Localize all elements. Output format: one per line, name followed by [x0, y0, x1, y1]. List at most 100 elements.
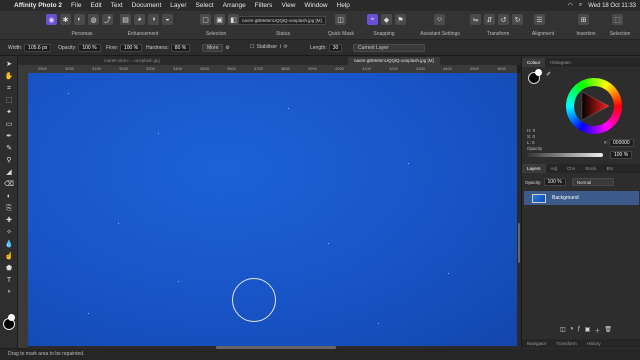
tab-adjustments[interactable]: Adj	[546, 164, 563, 173]
color-balance-icon[interactable]: ◕	[134, 14, 145, 25]
tab-brushes[interactable]: Brs	[602, 164, 619, 173]
window-mode-icon[interactable]: ⟳	[284, 44, 288, 50]
menu-select[interactable]: Select	[196, 2, 214, 9]
blur-brush-icon[interactable]: 💧	[4, 240, 14, 249]
tone-map-persona-icon[interactable]: ◍	[88, 14, 99, 25]
document-name-field[interactable]: naom-gBMe5mUQQiQ-unsplash.jpg [M]	[238, 16, 326, 25]
menu-filters[interactable]: Filters	[255, 2, 273, 9]
pen-tool-icon[interactable]: ✒	[4, 132, 14, 141]
menu-file[interactable]: File	[71, 2, 81, 9]
tab-history[interactable]: History	[582, 339, 606, 348]
menu-document[interactable]: Document	[132, 2, 162, 9]
secondary-color-swatch[interactable]	[8, 314, 15, 321]
snapping-options-icon[interactable]: ◆	[381, 14, 392, 25]
tab-stock[interactable]: Stock	[580, 164, 601, 173]
tab-histogram[interactable]: Histogram	[545, 58, 576, 67]
stabiliser-checkbox[interactable]: ☐	[250, 44, 254, 50]
color-wheel[interactable]	[566, 78, 622, 134]
export-persona-icon[interactable]: ⤴	[102, 14, 113, 25]
snapping-settings-icon[interactable]: ⚑	[395, 14, 406, 25]
wifi-icon[interactable]: ◠	[568, 2, 573, 9]
layers-opacity-field[interactable]: 100 %	[543, 178, 566, 186]
align-icon[interactable]: ☰	[534, 14, 545, 25]
white-balance-icon[interactable]: ◑	[148, 14, 159, 25]
delete-layer-icon[interactable]: 🗑	[604, 326, 612, 335]
text-tool-icon[interactable]: T	[4, 276, 14, 285]
menu-layer[interactable]: Layer	[170, 2, 186, 9]
tab-navigator[interactable]: Navigator	[522, 339, 551, 348]
eyedropper-icon[interactable]: ✐	[546, 71, 551, 78]
fill-tool-icon[interactable]: ◢	[4, 168, 14, 177]
smudge-tool-icon[interactable]: ☝	[4, 252, 14, 261]
develop-persona-icon[interactable]: ◐	[74, 14, 85, 25]
quick-mask-icon[interactable]: ◫	[335, 14, 346, 25]
menu-edit[interactable]: Edit	[91, 2, 102, 9]
width-field[interactable]: 105.6 px	[24, 44, 52, 52]
menu-help[interactable]: Help	[337, 2, 350, 9]
crop-tool-icon[interactable]: ⌗	[4, 84, 14, 93]
flip-vertical-icon[interactable]: ⇵	[484, 14, 495, 25]
vertical-scroll-thumb[interactable]	[518, 223, 520, 263]
levels-icon[interactable]: ▤	[120, 14, 131, 25]
zoom-tool-icon[interactable]: ⚬	[4, 288, 14, 297]
menu-window[interactable]: Window	[304, 2, 327, 9]
tab-transform[interactable]: Transform	[551, 339, 581, 348]
color-picker-icon[interactable]: ⚲	[4, 156, 14, 165]
rope-mode-icon[interactable]: ⌇	[279, 44, 281, 50]
deselect-icon[interactable]: ▣	[214, 14, 225, 25]
rotate-left-icon[interactable]: ↺	[498, 14, 509, 25]
tab-colour[interactable]: Colour	[522, 58, 546, 67]
opacity-field[interactable]: 100 %	[78, 44, 101, 52]
clone-tool-icon[interactable]: ⎘	[4, 204, 14, 213]
select-all-icon[interactable]: ▢	[200, 14, 211, 25]
layer-row-background[interactable]: Background	[524, 191, 639, 205]
more-button[interactable]: More	[202, 44, 224, 52]
panel-secondary-swatch[interactable]	[535, 69, 542, 76]
assistant-icon[interactable]: ☺	[434, 14, 445, 25]
tab-layers[interactable]: Layers	[522, 164, 546, 173]
move-tool-icon[interactable]: ➤	[4, 60, 14, 69]
selection-mode-icon[interactable]: ⬚	[612, 14, 623, 25]
marquee-tool-icon[interactable]: ▭	[4, 120, 14, 129]
opacity-slider[interactable]	[527, 153, 603, 157]
group-icon[interactable]: ▣	[585, 326, 591, 335]
clock-text[interactable]: Wed 18 Oct 11:33	[588, 3, 636, 9]
menu-arrange[interactable]: Arrange	[223, 2, 246, 9]
document-tab-inactive[interactable]: marek-okon-...-unsplash.jpg	[98, 57, 166, 65]
menu-text[interactable]: Text	[111, 2, 123, 9]
blend-mode-dropdown[interactable]: Normal	[571, 178, 614, 186]
view-tool-icon[interactable]: ✋	[4, 72, 14, 81]
inpainting-brush-icon[interactable]: ✧	[4, 228, 14, 237]
tab-channels[interactable]: Chn	[562, 164, 580, 173]
flow-field[interactable]: 100 %	[119, 44, 143, 52]
app-menu[interactable]: Affinity Photo 2	[14, 2, 62, 9]
liquify-persona-icon[interactable]: ✱	[60, 14, 71, 25]
rotate-right-icon[interactable]: ↻	[512, 14, 523, 25]
erase-brush-icon[interactable]: ⌫	[4, 180, 14, 189]
flood-select-icon[interactable]: ✦	[4, 108, 14, 117]
color-triangle[interactable]	[576, 88, 612, 124]
document-tab-active[interactable]: naom-gBMe5mUQQiQ-unsplash.jpg [M]	[348, 57, 440, 65]
layer-source-dropdown[interactable]: Current Layer	[353, 44, 425, 52]
hardness-field[interactable]: 80 %	[170, 44, 191, 52]
layer-mask-icon[interactable]: ◫	[560, 326, 566, 335]
dodge-tool-icon[interactable]: ◐	[4, 192, 14, 201]
adjustment-icon[interactable]: ◑	[570, 326, 574, 335]
search-icon[interactable]: ⌕	[579, 2, 582, 9]
shape-tool-icon[interactable]: ⬟	[4, 264, 14, 273]
photo-persona-icon[interactable]: ◉	[46, 14, 57, 25]
hex-field[interactable]: 000000	[609, 139, 634, 147]
snapping-toggle-icon[interactable]: ⌖	[367, 14, 378, 25]
paint-brush-icon[interactable]: ✎	[4, 144, 14, 153]
selection-brush-icon[interactable]: ⬚	[4, 96, 14, 105]
auto-icon[interactable]: ◒	[162, 14, 173, 25]
fx-icon[interactable]: ƒ	[577, 326, 580, 335]
menu-view[interactable]: View	[281, 2, 295, 9]
add-layer-icon[interactable]: ＋	[594, 326, 600, 335]
healing-brush-icon[interactable]: ✚	[4, 216, 14, 225]
panel-opacity-field[interactable]: 100 %	[610, 151, 633, 159]
brush-settings-icon[interactable]: ⚙	[225, 45, 229, 51]
insert-inside-icon[interactable]: ⊞	[578, 14, 589, 25]
flip-horizontal-icon[interactable]: ⇋	[470, 14, 481, 25]
length-field[interactable]: 30	[328, 44, 343, 52]
